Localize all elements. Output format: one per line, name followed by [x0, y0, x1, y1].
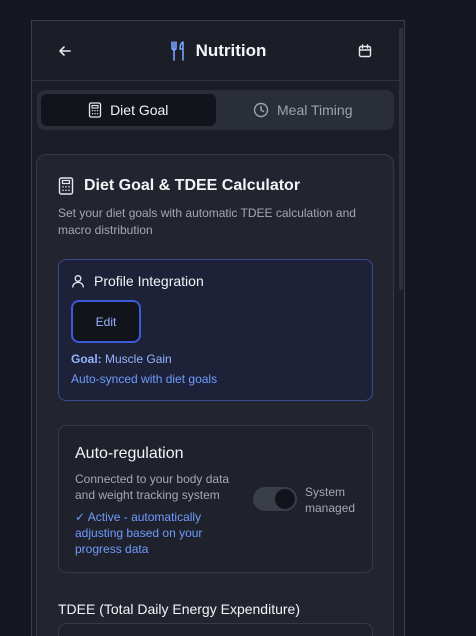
sync-status: Auto-synced with diet goals [71, 372, 218, 386]
auto-regulation-title: Auto-regulation [75, 445, 184, 462]
tdee-label: TDEE (Total Daily Energy Expenditure) [58, 601, 300, 617]
clock-icon [253, 102, 269, 118]
goal-value: Muscle Gain [105, 352, 172, 366]
scrollbar[interactable] [399, 28, 403, 290]
header-title-group: Nutrition [170, 40, 267, 61]
toggle-label: System managed [305, 485, 356, 515]
tab-diet-goal[interactable]: Diet Goal [41, 94, 216, 126]
goal-key: Goal: [71, 352, 102, 366]
tab-label: Meal Timing [277, 102, 353, 118]
card-description: Set your diet goals with automatic TDEE … [58, 206, 356, 237]
auto-regulation-description: Connected to your body data and weight t… [75, 472, 230, 502]
page-title: Nutrition [195, 40, 267, 60]
goal-line: Goal: Muscle Gain [71, 352, 172, 366]
tdee-panel [58, 623, 373, 636]
tab-bar: Diet Goal Meal Timing [37, 90, 394, 130]
calendar-icon[interactable] [353, 39, 377, 63]
app-header: Nutrition [32, 21, 404, 81]
toggle-knob [275, 489, 295, 509]
calculator-icon [58, 177, 74, 195]
arrow-left-icon[interactable] [53, 39, 77, 63]
profile-title: Profile Integration [94, 273, 204, 289]
auto-regulation-panel: Auto-regulation Connected to your body d… [58, 425, 373, 573]
card-title: Diet Goal & TDEE Calculator [58, 177, 300, 195]
user-icon [71, 274, 85, 288]
card-title-text: Diet Goal & TDEE Calculator [84, 177, 301, 194]
tab-label: Diet Goal [110, 102, 169, 118]
profile-header: Profile Integration [71, 273, 204, 289]
app-window: Nutrition Diet Goal Meal Timing Diet Goa… [31, 20, 405, 636]
calculator-icon [88, 102, 102, 118]
profile-integration-panel: Profile Integration Edit Goal: Muscle Ga… [58, 259, 373, 401]
system-managed-toggle[interactable] [253, 487, 297, 511]
tab-meal-timing[interactable]: Meal Timing [216, 94, 391, 126]
auto-regulation-status: ✓ Active - automatically adjusting based… [75, 510, 203, 556]
diet-goal-card: Diet Goal & TDEE Calculator Set your die… [36, 154, 394, 636]
edit-button[interactable]: Edit [71, 300, 141, 343]
utensils-icon [170, 40, 188, 61]
